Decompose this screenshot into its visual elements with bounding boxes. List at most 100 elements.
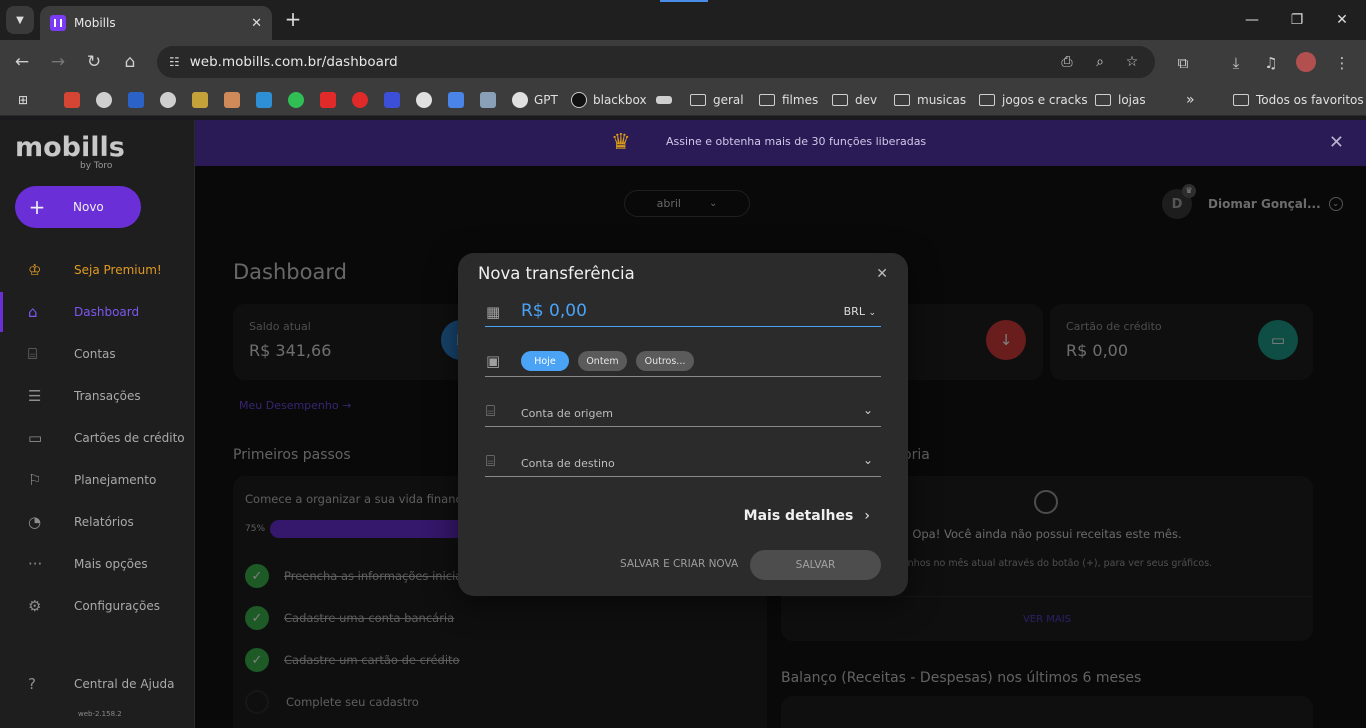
sidebar-item-label: Transações: [74, 389, 141, 403]
folder-filmes[interactable]: filmes: [759, 92, 818, 108]
tab-search-icon[interactable]: ▼: [6, 6, 34, 34]
all-bookmarks-folder[interactable]: Todos os favoritos: [1233, 92, 1364, 108]
sidebar-item-dashboard[interactable]: ⌂ Dashboard: [0, 292, 194, 332]
sidebar-item-premium[interactable]: ♔ Seja Premium!: [0, 250, 194, 290]
bookmark-16[interactable]: [656, 92, 678, 108]
destination-label: Conta de destino: [521, 457, 615, 470]
site-icon: [192, 92, 208, 108]
save-and-new-button[interactable]: SALVAR E CRIAR NOVA: [620, 558, 738, 570]
more-bookmarks-icon[interactable]: »: [1186, 92, 1195, 108]
github-icon: [416, 92, 432, 108]
chip-today[interactable]: Hoje: [521, 351, 569, 371]
bookmark-3[interactable]: [128, 92, 150, 108]
apps-icon[interactable]: ⊞: [18, 92, 28, 108]
sidebar-item-label: Mais opções: [74, 557, 148, 571]
sidebar-item-label: Seja Premium!: [74, 263, 162, 277]
folder-icon: [832, 94, 848, 106]
more-details-button[interactable]: Mais detalhes ›: [744, 505, 870, 524]
bookmark-4[interactable]: [160, 92, 182, 108]
youtube-bookmark[interactable]: [320, 92, 342, 108]
gpt-bookmark[interactable]: GPT: [512, 92, 558, 108]
plus-icon: +: [28, 195, 46, 219]
site-icon: [224, 92, 240, 108]
sidebar-item-label: Configurações: [74, 599, 160, 613]
address-bar[interactable]: ☷ web.mobills.com.br/dashboard ⎙ ⌕ ☆: [157, 46, 1155, 78]
new-button[interactable]: + Novo: [15, 186, 141, 228]
folder-dev[interactable]: dev: [832, 92, 877, 108]
sidebar-item-ajuda[interactable]: ? Central de Ajuda: [0, 664, 194, 704]
zoom-icon[interactable]: ⌕: [1090, 52, 1110, 72]
sidebar-item-planejamento[interactable]: ⚐ Planejamento: [0, 460, 194, 500]
close-banner-icon[interactable]: ✕: [1329, 132, 1344, 153]
save-button[interactable]: SALVAR: [750, 550, 881, 580]
origin-account-select[interactable]: ⌸ Conta de origem ⌄: [485, 399, 881, 427]
browser-tab[interactable]: Mobills ✕: [40, 6, 272, 40]
folder-geral[interactable]: geral: [690, 92, 744, 108]
close-tab-icon[interactable]: ✕: [251, 16, 262, 31]
chip-yesterday[interactable]: Ontem: [578, 351, 627, 371]
new-tab-icon[interactable]: +: [282, 8, 304, 30]
new-button-label: Novo: [73, 200, 104, 214]
minimize-icon[interactable]: —: [1237, 8, 1267, 32]
modal-title: Nova transferência: [478, 264, 635, 283]
chip-others[interactable]: Outros...: [636, 351, 694, 371]
tab-strip-indicator: [660, 0, 708, 2]
site-icon: [480, 92, 496, 108]
back-icon[interactable]: ←: [10, 50, 34, 74]
chevron-down-icon: ⌄: [862, 453, 873, 467]
sidebar-item-configuracoes[interactable]: ⚙ Configurações: [0, 586, 194, 626]
crown-icon: ♛: [611, 130, 631, 155]
help-icon: ?: [28, 675, 36, 693]
sidebar-item-mais-opcoes[interactable]: ··· Mais opções: [0, 544, 194, 584]
amount-field[interactable]: ▦ R$ 0,00 BRL ⌄: [485, 298, 881, 327]
globe-bookmark[interactable]: [96, 92, 118, 108]
bookmark-14[interactable]: [480, 92, 502, 108]
bookmark-11[interactable]: [384, 92, 406, 108]
close-window-icon[interactable]: ✕: [1327, 8, 1357, 32]
bookmark-5[interactable]: [192, 92, 214, 108]
bookmark-7[interactable]: [256, 92, 278, 108]
install-app-icon[interactable]: ⎙: [1057, 52, 1077, 72]
destination-account-select[interactable]: ⌸ Conta de destino ⌄: [485, 449, 881, 477]
restore-icon[interactable]: ❐: [1282, 8, 1312, 32]
bookmark-star-icon[interactable]: ☆: [1122, 52, 1142, 72]
sidebar-item-label: Contas: [74, 347, 116, 361]
blackbox-bookmark[interactable]: blackbox: [571, 92, 647, 108]
extensions-icon[interactable]: ⧉: [1172, 52, 1194, 74]
amount-value[interactable]: R$ 0,00: [521, 301, 587, 321]
bookmark-label: dev: [855, 93, 878, 107]
reload-icon[interactable]: ↻: [82, 50, 106, 74]
sidebar-item-relatorios[interactable]: ◔ Relatórios: [0, 502, 194, 542]
whatsapp-bookmark[interactable]: [288, 92, 310, 108]
github-bookmark[interactable]: [416, 92, 438, 108]
sidebar-item-cartoes[interactable]: ▭ Cartões de crédito: [0, 418, 194, 458]
gmail-bookmark[interactable]: [64, 92, 86, 108]
sidebar-item-contas[interactable]: ⌸ Contas: [0, 334, 194, 374]
folder-lojas[interactable]: lojas: [1095, 92, 1146, 108]
premium-banner[interactable]: ♛ Assine e obtenha mais de 30 funções li…: [195, 120, 1366, 166]
mobills-logo: mobills: [15, 132, 125, 163]
site-info-icon[interactable]: ☷: [169, 55, 180, 69]
globe-icon: [160, 92, 176, 108]
downloads-icon[interactable]: ⤓: [1225, 52, 1247, 74]
bookmark-6[interactable]: [224, 92, 246, 108]
folder-musicas[interactable]: musicas: [894, 92, 966, 108]
home-icon[interactable]: ⌂: [118, 50, 142, 74]
media-icon[interactable]: ♫: [1260, 52, 1282, 74]
bookmark-label: musicas: [917, 93, 967, 107]
forward-icon[interactable]: →: [46, 50, 70, 74]
sidebar-item-label: Relatórios: [74, 515, 134, 529]
date-field: ▣ Hoje Ontem Outros...: [485, 348, 881, 377]
folder-icon: [894, 94, 910, 106]
browser-toolbar: ← → ↻ ⌂ ☷ web.mobills.com.br/dashboard ⎙…: [0, 40, 1366, 84]
sidebar-item-label: Dashboard: [74, 305, 140, 319]
ytmusic-bookmark[interactable]: [352, 92, 374, 108]
folder-jogos[interactable]: jogos e cracks: [979, 92, 1088, 108]
sidebar-item-transacoes[interactable]: ☰ Transações: [0, 376, 194, 416]
profile-avatar[interactable]: [1296, 52, 1316, 72]
currency-select[interactable]: BRL ⌄: [844, 305, 876, 318]
menu-icon[interactable]: ⋮: [1331, 52, 1353, 74]
folder-icon: [759, 94, 775, 106]
translate-bookmark[interactable]: [448, 92, 470, 108]
close-icon[interactable]: ✕: [876, 266, 888, 282]
